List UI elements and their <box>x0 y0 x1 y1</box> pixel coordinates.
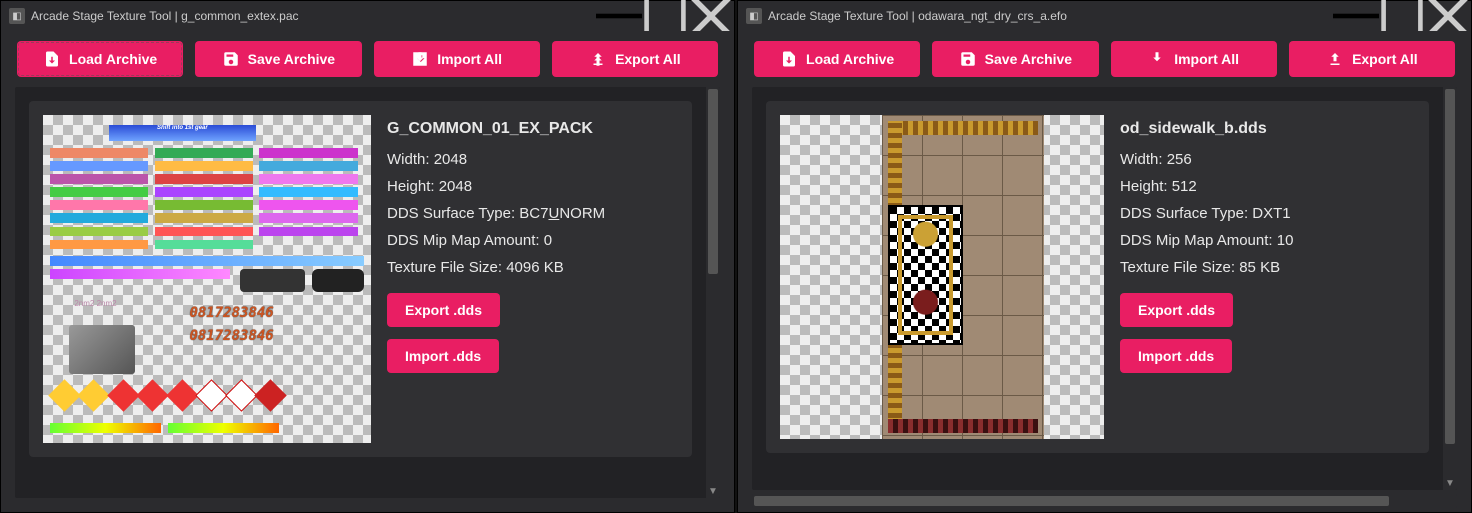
export-all-button[interactable]: Export All <box>1289 41 1455 77</box>
scrollbar-thumb[interactable] <box>1445 89 1455 444</box>
maximize-button[interactable] <box>1379 1 1425 31</box>
import-all-button[interactable]: Import All <box>1111 41 1277 77</box>
close-button[interactable] <box>688 1 734 31</box>
file-download-icon <box>780 50 798 68</box>
scroll-down-icon[interactable]: ▼ <box>1443 476 1457 490</box>
export-dds-button[interactable]: Export .dds <box>1120 293 1233 327</box>
export-all-button[interactable]: Export All <box>552 41 718 77</box>
import-all-button[interactable]: Import All <box>374 41 540 77</box>
texture-meta: od_sidewalk_b.dds Width: 256 Height: 512… <box>1120 115 1415 439</box>
texture-preview: Shift into 1st gear <box>43 115 371 443</box>
export-icon <box>589 50 607 68</box>
texture-card: od_sidewalk_b.dds Width: 256 Height: 512… <box>766 101 1429 453</box>
texture-list[interactable]: od_sidewalk_b.dds Width: 256 Height: 512… <box>752 87 1443 490</box>
export-dds-button[interactable]: Export .dds <box>387 293 500 327</box>
import-dds-button[interactable]: Import .dds <box>387 339 499 373</box>
load-archive-button[interactable]: Load Archive <box>17 41 183 77</box>
texture-list[interactable]: Shift into 1st gear <box>15 87 706 498</box>
texture-name: G_COMMON_01_EX_PACK <box>387 115 678 144</box>
file-download-icon <box>43 50 61 68</box>
import-icon <box>1148 50 1166 68</box>
toolbar: Load Archive Save Archive Import All Exp… <box>1 31 734 87</box>
scrollbar-thumb[interactable] <box>754 496 1389 506</box>
vertical-scrollbar[interactable]: ▲ ▼ <box>1443 87 1457 490</box>
maximize-button[interactable] <box>642 1 688 31</box>
titlebar[interactable]: ◧ Arcade Stage Texture Tool | odawara_ng… <box>738 1 1471 31</box>
save-archive-button[interactable]: Save Archive <box>195 41 361 77</box>
texture-card: Shift into 1st gear <box>29 101 692 457</box>
content-area: Shift into 1st gear <box>15 87 720 498</box>
window-title: Arcade Stage Texture Tool | odawara_ngt_… <box>768 9 1333 23</box>
vertical-scrollbar[interactable]: ▲ ▼ <box>706 87 720 498</box>
import-dds-button[interactable]: Import .dds <box>1120 339 1232 373</box>
close-button[interactable] <box>1425 1 1471 31</box>
window-left: ◧ Arcade Stage Texture Tool | g_common_e… <box>0 0 735 513</box>
export-icon <box>1326 50 1344 68</box>
minimize-button[interactable] <box>596 1 642 31</box>
save-icon <box>959 50 977 68</box>
content-area: od_sidewalk_b.dds Width: 256 Height: 512… <box>752 87 1457 490</box>
horizontal-scrollbar[interactable] <box>752 494 1457 508</box>
save-archive-button[interactable]: Save Archive <box>932 41 1098 77</box>
import-icon <box>411 50 429 68</box>
load-archive-button[interactable]: Load Archive <box>754 41 920 77</box>
window-right: ◧ Arcade Stage Texture Tool | odawara_ng… <box>737 0 1472 513</box>
toolbar: Load Archive Save Archive Import All Exp… <box>738 31 1471 87</box>
save-icon <box>222 50 240 68</box>
scrollbar-thumb[interactable] <box>708 89 718 274</box>
texture-preview <box>780 115 1104 439</box>
minimize-button[interactable] <box>1333 1 1379 31</box>
texture-name: od_sidewalk_b.dds <box>1120 115 1415 144</box>
app-icon: ◧ <box>9 8 25 24</box>
texture-meta: G_COMMON_01_EX_PACK Width: 2048 Height: … <box>387 115 678 443</box>
app-icon: ◧ <box>746 8 762 24</box>
scroll-down-icon[interactable]: ▼ <box>706 484 720 498</box>
titlebar[interactable]: ◧ Arcade Stage Texture Tool | g_common_e… <box>1 1 734 31</box>
window-title: Arcade Stage Texture Tool | g_common_ext… <box>31 9 596 23</box>
